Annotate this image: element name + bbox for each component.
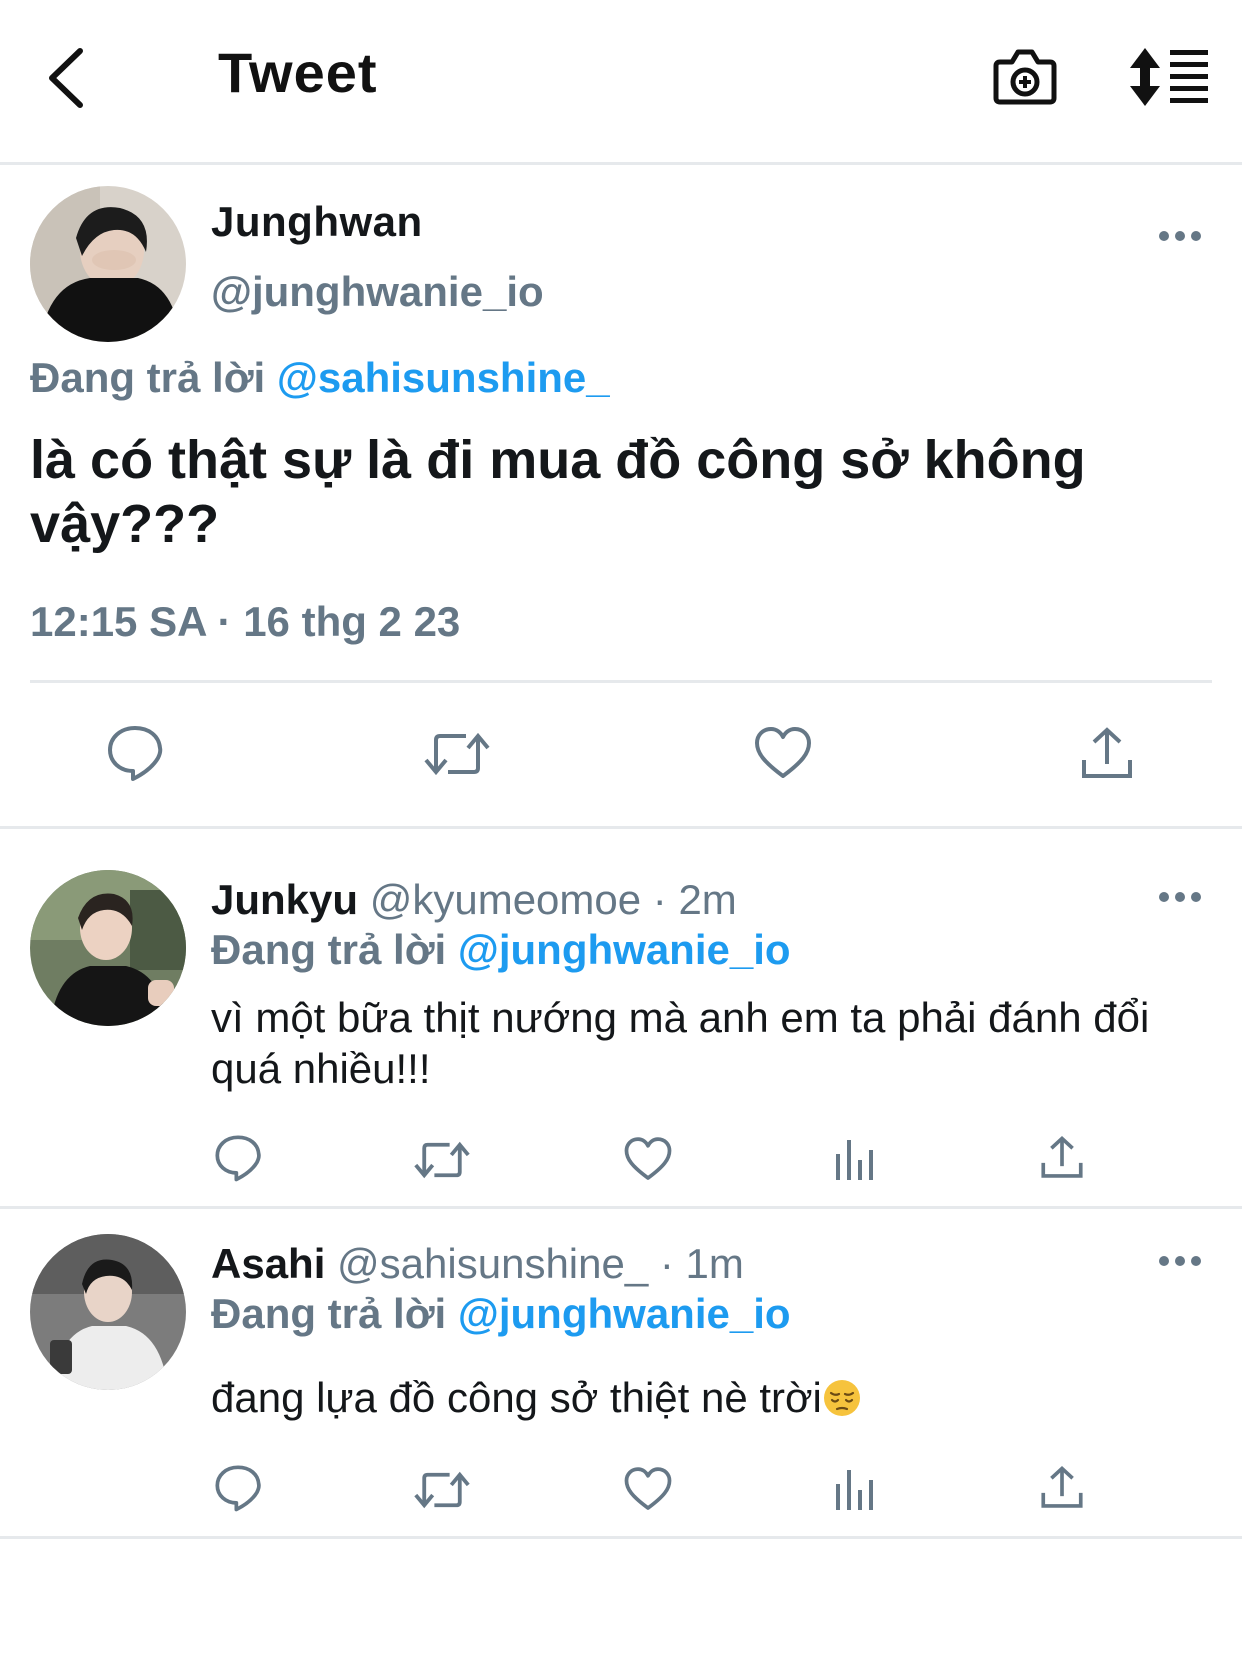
more-horizontal-icon[interactable] [1158,890,1202,904]
reply-time: · 2m [652,876,737,923]
page-title: Tweet [218,41,378,104]
avatar[interactable] [30,186,186,342]
camera-plus-icon[interactable] [992,44,1058,110]
avatar[interactable] [30,1234,186,1390]
reply-bubble-icon[interactable] [106,724,164,782]
retweet-icon[interactable] [424,728,490,780]
reply-header: Junkyu @kyumeomoe · 2m [211,876,737,924]
replying-to: Đang trả lời @sahisunshine_ [30,354,610,402]
replying-to-handle[interactable]: @junghwanie_io [458,926,791,973]
bar-chart-icon[interactable] [834,1136,876,1182]
divider [0,1536,1242,1539]
replying-to: Đang trả lời @junghwanie_io [211,1290,791,1338]
retweet-icon[interactable] [414,1138,470,1182]
divider [0,1206,1242,1209]
more-horizontal-icon[interactable] [1158,229,1202,243]
top-bar: Tweet [0,0,1242,165]
heart-icon[interactable] [624,1136,672,1182]
retweet-icon[interactable] [414,1468,470,1512]
sort-icon[interactable] [1130,46,1210,108]
heart-icon[interactable] [624,1466,672,1512]
reply-author-name[interactable]: Junkyu [211,876,358,923]
replying-to-handle[interactable]: @sahisunshine_ [277,354,610,401]
reply-text: vì một bữa thịt nướng mà anh em ta phải … [211,994,1150,1092]
reply-bubble-icon[interactable] [214,1134,262,1182]
more-horizontal-icon[interactable] [1158,1254,1202,1268]
share-icon[interactable] [1040,1134,1084,1182]
tweet-text: là có thật sự là đi mua đồ công sở không… [30,430,1086,554]
reply-author-handle[interactable]: @sahisunshine_ [337,1240,648,1287]
share-icon[interactable] [1040,1464,1084,1512]
reply-header: Asahi @sahisunshine_ · 1m [211,1240,744,1288]
avatar[interactable] [30,870,186,1026]
replying-to-handle[interactable]: @junghwanie_io [458,1290,791,1337]
reply-text-content: đang lựa đồ công sở thiệt nè trời [211,1374,822,1421]
divider [0,826,1242,829]
reply-author-handle[interactable]: @kyumeomoe [370,876,641,923]
divider [30,680,1212,683]
replying-to: Đang trả lời @junghwanie_io [211,926,791,974]
reply-author-name[interactable]: Asahi [211,1240,325,1287]
replying-to-label: Đang trả lời [30,354,266,401]
back-chevron-icon[interactable] [40,45,100,111]
replying-to-label: Đang trả lời [211,926,447,973]
reply-bubble-icon[interactable] [214,1464,262,1512]
replying-to-label: Đang trả lời [211,1290,447,1337]
reply-text: đang lựa đồ công sở thiệt nè trời [211,1372,1211,1423]
tweet-timestamp[interactable]: 12:15 SA · 16 thg 2 23 [30,598,460,646]
author-handle[interactable]: @junghwanie_io [211,268,544,316]
bar-chart-icon[interactable] [834,1466,876,1512]
share-icon[interactable] [1080,726,1134,782]
pensive-face-emoji-icon [823,1380,860,1416]
reply-time: · 1m [659,1240,744,1287]
author-name[interactable]: Junghwan [211,198,423,246]
heart-icon[interactable] [754,726,812,780]
